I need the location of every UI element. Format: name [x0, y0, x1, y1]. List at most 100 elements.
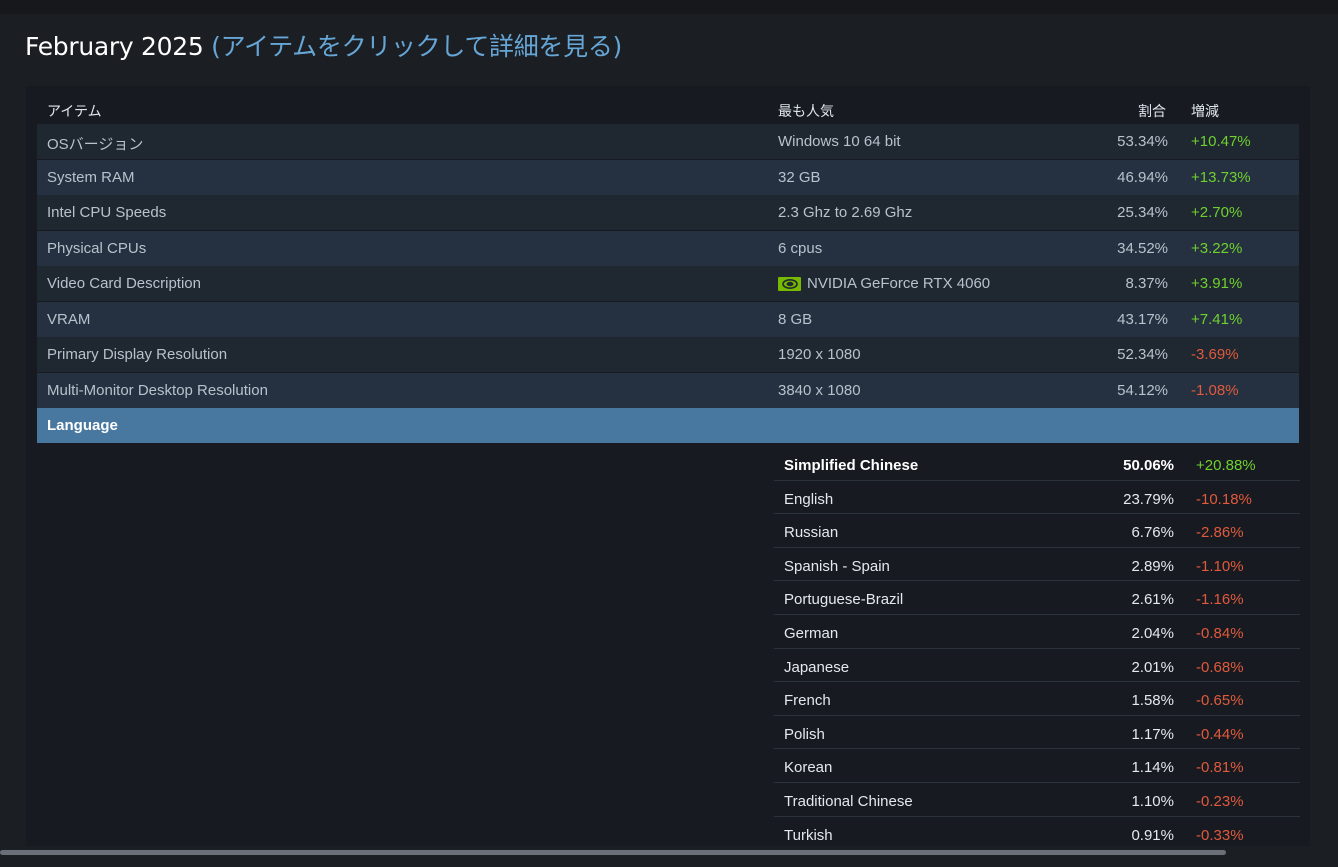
row-most-popular: 6 cpus: [778, 239, 823, 257]
language-share: 2.89%: [1131, 557, 1174, 575]
language-change: -0.81%: [1196, 759, 1244, 777]
language-change: -0.44%: [1196, 725, 1244, 743]
row-change: +13.73%: [1191, 168, 1251, 186]
language-change: -10.18%: [1196, 490, 1252, 508]
language-share: 1.58%: [1131, 692, 1174, 710]
row-share: 25.34%: [1117, 204, 1168, 221]
row-name: OSバージョン: [47, 136, 144, 153]
language-name: French: [784, 692, 831, 710]
language-change: -1.16%: [1196, 591, 1244, 609]
table-row[interactable]: VRAM 8 GB 43.17% +7.41%: [37, 301, 1299, 337]
top-bar: [0, 0, 1338, 14]
row-change: +10.47%: [1191, 133, 1251, 150]
row-change: +2.70%: [1191, 204, 1243, 221]
language-row: Korean 1.14% -0.81%: [774, 749, 1300, 783]
row-name: Primary Display Resolution: [47, 346, 228, 363]
row-name: VRAM: [47, 310, 91, 328]
page-subtitle: (アイテムをクリックして詳細を見る): [211, 32, 622, 61]
nvidia-logo-icon: [778, 277, 801, 291]
table-row[interactable]: System RAM 32 GB 46.94% +13.73%: [37, 159, 1299, 195]
row-share: 46.94%: [1117, 168, 1168, 186]
table-header: アイテム 最も人気 割合 増減: [37, 86, 1299, 124]
header-change: 増減: [1191, 104, 1219, 120]
table-row[interactable]: Multi-Monitor Desktop Resolution 3840 x 1…: [37, 372, 1299, 408]
language-share: 23.79%: [1123, 490, 1174, 508]
row-name: Multi-Monitor Desktop Resolution: [47, 381, 268, 399]
hardware-survey-table: アイテム 最も人気 割合 増減 OSバージョン Windows 10 64 bit…: [26, 86, 1310, 846]
language-change: -0.23%: [1196, 792, 1244, 810]
header-item: アイテム: [47, 104, 102, 120]
row-share: 8.37%: [1125, 275, 1168, 292]
header-share: 割合: [1138, 104, 1166, 120]
language-share: 1.17%: [1131, 725, 1174, 743]
row-most-popular: 8 GB: [778, 310, 813, 328]
language-row: Turkish 0.91% -0.33%: [774, 817, 1300, 851]
language-share: 1.10%: [1131, 792, 1174, 810]
language-name: Korean: [784, 759, 833, 777]
language-name: Russian: [784, 524, 839, 542]
language-name: Turkish: [784, 826, 833, 844]
language-row: Simplified Chinese 50.06% +20.88%: [774, 447, 1300, 481]
row-name: Language: [47, 417, 118, 434]
row-change: -1.08%: [1191, 381, 1239, 399]
language-row: Japanese 2.01% -0.68%: [774, 649, 1300, 683]
horizontal-scrollbar-thumb[interactable]: [0, 850, 1226, 855]
language-name: Polish: [784, 725, 825, 743]
row-most-popular: 2.3 Ghz to 2.69 Ghz: [778, 204, 913, 221]
table-row[interactable]: Intel CPU Speeds 2.3 Ghz to 2.69 Ghz 25.34…: [37, 195, 1299, 230]
row-most-popular: 1920 x 1080: [778, 346, 861, 363]
table-row-language[interactable]: Language: [37, 408, 1299, 443]
language-change: -1.10%: [1196, 557, 1244, 575]
row-most-popular: NVIDIA GeForce RTX 4060: [807, 275, 991, 292]
row-name: System RAM: [47, 168, 135, 186]
table-row[interactable]: Video Card Description NVIDIA GeForce RTX…: [37, 266, 1299, 301]
row-share: 54.12%: [1117, 381, 1168, 399]
language-change: -0.68%: [1196, 658, 1244, 676]
row-change: -3.69%: [1191, 346, 1239, 363]
language-row: English 23.79% -10.18%: [774, 481, 1300, 515]
language-share: 2.61%: [1131, 591, 1174, 609]
language-name: Simplified Chinese: [784, 457, 919, 474]
table-row[interactable]: Primary Display Resolution 1920 x 1080 52.…: [37, 337, 1299, 372]
row-most-popular: Windows 10 64 bit: [778, 133, 901, 150]
row-share: 34.52%: [1117, 239, 1168, 257]
language-breakdown-list: Simplified Chinese 50.06% +20.88% English 23…: [774, 447, 1300, 850]
header-popular: 最も人気: [778, 104, 834, 120]
language-row: Spanish - Spain 2.89% -1.10%: [774, 548, 1300, 582]
page-title-date: February 2025: [25, 32, 204, 61]
language-share: 6.76%: [1131, 524, 1174, 542]
language-name: Portuguese-Brazil: [784, 591, 904, 609]
language-row: Portuguese-Brazil 2.61% -1.16%: [774, 581, 1300, 615]
row-change: +3.91%: [1191, 275, 1243, 292]
language-share: 0.91%: [1131, 826, 1174, 844]
table-row[interactable]: Physical CPUs 6 cpus 34.52% +3.22%: [37, 230, 1299, 266]
row-change: +3.22%: [1191, 239, 1243, 257]
table-row[interactable]: OSバージョン Windows 10 64 bit 53.34% +10.47%: [37, 124, 1299, 159]
row-share: 53.34%: [1117, 133, 1168, 150]
language-name: Japanese: [784, 658, 850, 676]
language-row: Polish 1.17% -0.44%: [774, 716, 1300, 750]
language-name: Spanish - Spain: [784, 557, 890, 575]
language-row: German 2.04% -0.84%: [774, 615, 1300, 649]
page-title: February 2025 (アイテムをクリックして詳細を見る): [25, 27, 622, 63]
row-most-popular: 32 GB: [778, 168, 821, 186]
language-share: 50.06%: [1123, 457, 1174, 474]
language-change: -2.86%: [1196, 524, 1244, 542]
language-change: -0.33%: [1196, 826, 1244, 844]
row-share: 43.17%: [1117, 310, 1168, 328]
row-name: Intel CPU Speeds: [47, 204, 167, 221]
language-row: Traditional Chinese 1.10% -0.23%: [774, 783, 1300, 817]
language-share: 1.14%: [1131, 759, 1174, 777]
row-most-popular: 3840 x 1080: [778, 381, 861, 399]
language-change: -0.84%: [1196, 624, 1244, 642]
language-row: Russian 6.76% -2.86%: [774, 514, 1300, 548]
row-share: 52.34%: [1117, 346, 1168, 363]
language-share: 2.04%: [1131, 624, 1174, 642]
language-name: Traditional Chinese: [784, 792, 913, 810]
language-change: -0.65%: [1196, 692, 1244, 710]
language-change: +20.88%: [1196, 457, 1256, 474]
language-name: English: [784, 490, 834, 508]
language-name: German: [784, 624, 839, 642]
row-change: +7.41%: [1191, 310, 1243, 328]
language-share: 2.01%: [1131, 658, 1174, 676]
